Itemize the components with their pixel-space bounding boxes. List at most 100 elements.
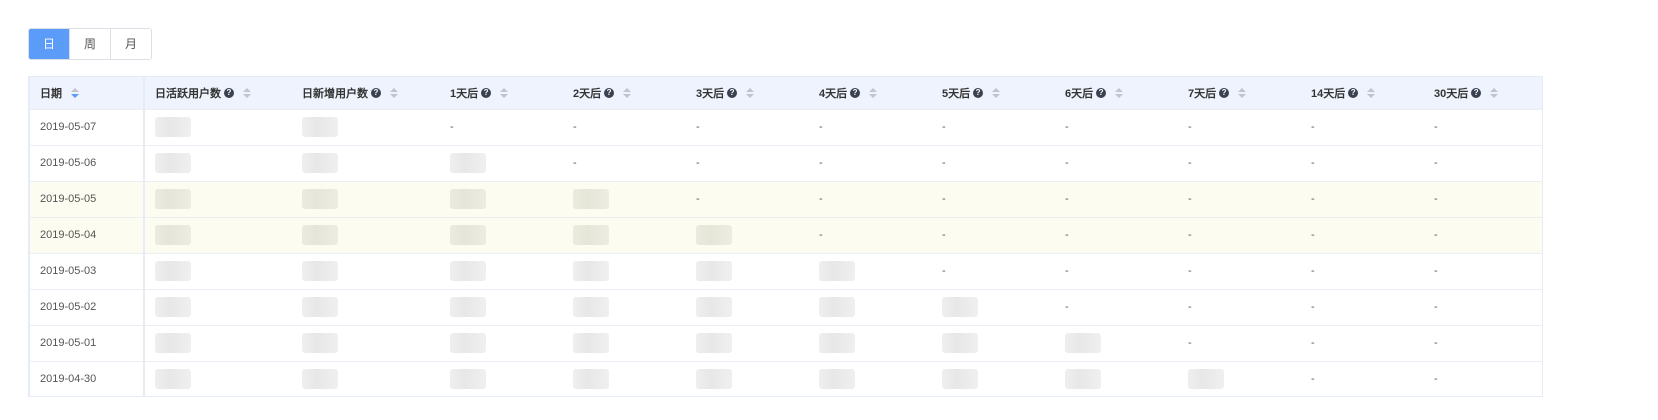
column-header[interactable]: 2天后?: [563, 77, 686, 109]
redacted-value: [942, 297, 978, 317]
column-header-label: 日活跃用户数: [155, 87, 221, 100]
period-tab-1[interactable]: 周: [70, 29, 111, 59]
sort-icon[interactable]: [746, 87, 755, 98]
help-icon[interactable]: ?: [1471, 87, 1482, 98]
table-row: 2019-05-04 - - - - - -: [30, 217, 1542, 253]
redacted-value: [819, 369, 855, 390]
obscured-value-cell: [144, 325, 292, 361]
table-row: 2019-05-05 - - - - - - -: [30, 181, 1542, 217]
sort-icon[interactable]: [500, 87, 509, 98]
value-cell: -: [573, 157, 577, 169]
column-header[interactable]: 1天后?: [440, 77, 563, 109]
redacted-value: [302, 189, 338, 209]
retention-table: 日期 日活跃用户数? 日新增用户数? 1天后? 2天后? 3天后? 4天后? 5天后? 6天后?…: [28, 76, 1543, 397]
sort-ascending-icon[interactable]: [1490, 87, 1499, 92]
column-header[interactable]: 日期: [30, 77, 145, 109]
redacted-value: [696, 261, 732, 281]
value-cell: -: [1311, 229, 1315, 241]
column-header[interactable]: 日新增用户数?: [292, 77, 440, 109]
column-header[interactable]: 4天后?: [809, 77, 932, 109]
sort-icon[interactable]: [992, 87, 1001, 98]
column-header-label: 4天后: [819, 87, 848, 100]
sort-icon[interactable]: [869, 87, 878, 98]
value-cell: -: [1065, 229, 1069, 241]
sort-descending-icon[interactable]: [390, 93, 398, 98]
sort-ascending-icon[interactable]: [1238, 87, 1247, 92]
sort-ascending-icon[interactable]: [71, 87, 79, 92]
obscured-value-cell: [686, 325, 809, 361]
sort-icon[interactable]: [623, 87, 632, 98]
sort-icon[interactable]: [71, 87, 79, 98]
help-icon[interactable]: ?: [604, 87, 615, 98]
sort-ascending-icon[interactable]: [390, 87, 398, 92]
sort-icon[interactable]: [1367, 87, 1376, 98]
column-header[interactable]: 日活跃用户数?: [144, 77, 292, 109]
redacted-value: [450, 369, 486, 390]
sort-icon[interactable]: [1115, 87, 1124, 98]
sort-icon[interactable]: [243, 87, 251, 98]
sort-ascending-icon[interactable]: [746, 87, 755, 92]
sort-descending-icon[interactable]: [1490, 93, 1499, 98]
sort-ascending-icon[interactable]: [500, 87, 509, 92]
obscured-value-cell: [440, 361, 563, 397]
redacted-value: [302, 261, 338, 281]
period-tab-0[interactable]: 日: [29, 29, 70, 59]
value-cell: -: [1311, 265, 1315, 277]
column-header-content: 4天后?: [819, 85, 878, 101]
help-icon[interactable]: ?: [850, 87, 861, 98]
column-header-label: 2天后: [573, 87, 602, 100]
sort-ascending-icon[interactable]: [243, 87, 251, 92]
redacted-value: [573, 261, 609, 281]
sort-icon[interactable]: [1238, 87, 1247, 98]
sort-ascending-icon[interactable]: [1115, 87, 1124, 92]
sort-descending-icon[interactable]: [992, 93, 1001, 98]
obscured-value-cell: [686, 217, 809, 253]
help-icon[interactable]: ?: [1219, 87, 1230, 98]
sort-descending-icon[interactable]: [500, 93, 509, 98]
sort-descending-icon[interactable]: [623, 93, 632, 98]
obscured-value-cell: [809, 325, 932, 361]
help-icon[interactable]: ?: [727, 87, 738, 98]
period-tab-2[interactable]: 月: [111, 29, 151, 59]
column-header-content: 1天后?: [450, 85, 509, 101]
sort-descending-icon[interactable]: [71, 93, 79, 98]
column-header-content: 7天后?: [1188, 85, 1247, 101]
column-header[interactable]: 6天后?: [1055, 77, 1178, 109]
redacted-value: [696, 297, 732, 317]
column-header-label: 3天后: [696, 87, 725, 100]
sort-descending-icon[interactable]: [869, 93, 878, 98]
help-icon[interactable]: ?: [224, 87, 234, 98]
value-cell: -: [819, 157, 823, 169]
column-header-content: 6天后?: [1065, 85, 1124, 101]
sort-icon[interactable]: [390, 87, 398, 98]
column-header[interactable]: 30天后?: [1424, 77, 1542, 109]
sort-descending-icon[interactable]: [1367, 93, 1376, 98]
value-cell: -: [1188, 193, 1192, 205]
redacted-value: [1188, 369, 1224, 390]
help-icon[interactable]: ?: [973, 87, 984, 98]
column-header[interactable]: 7天后?: [1178, 77, 1301, 109]
sort-ascending-icon[interactable]: [623, 87, 632, 92]
obscured-value-cell: [440, 253, 563, 289]
sort-ascending-icon[interactable]: [869, 87, 878, 92]
sort-descending-icon[interactable]: [746, 93, 755, 98]
help-icon[interactable]: ?: [1348, 87, 1359, 98]
sort-icon[interactable]: [1490, 87, 1499, 98]
help-icon[interactable]: ?: [481, 87, 492, 98]
help-icon[interactable]: ?: [371, 87, 381, 98]
value-cell: -: [1434, 337, 1438, 349]
redacted-value: [450, 153, 486, 173]
column-header[interactable]: 3天后?: [686, 77, 809, 109]
sort-ascending-icon[interactable]: [1367, 87, 1376, 92]
sort-descending-icon[interactable]: [243, 93, 251, 98]
sort-descending-icon[interactable]: [1238, 93, 1247, 98]
obscured-value-cell: [686, 361, 809, 397]
sort-ascending-icon[interactable]: [992, 87, 1001, 92]
column-header[interactable]: 5天后?: [932, 77, 1055, 109]
sort-descending-icon[interactable]: [1115, 93, 1124, 98]
column-header-content: 30天后?: [1434, 85, 1499, 101]
help-icon[interactable]: ?: [1096, 87, 1107, 98]
column-header-label: 6天后: [1065, 87, 1094, 100]
obscured-value-cell: [292, 145, 440, 181]
column-header[interactable]: 14天后?: [1301, 77, 1424, 109]
